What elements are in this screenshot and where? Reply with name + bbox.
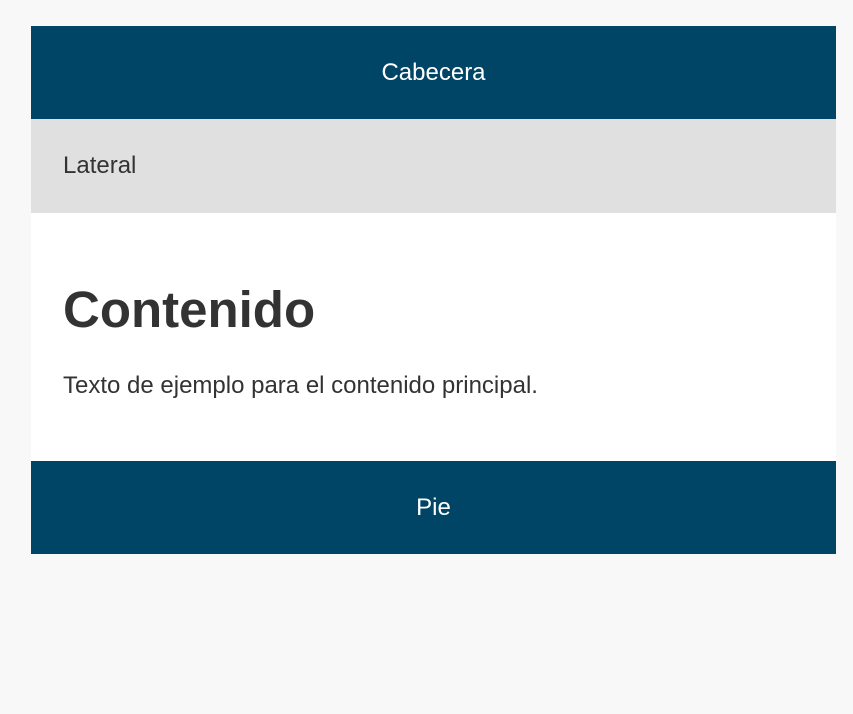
content-heading: Contenido: [63, 281, 316, 338]
sidebar: Lateral: [31, 119, 836, 213]
sidebar-label: Lateral: [63, 152, 137, 179]
page-footer: Pie: [31, 461, 836, 554]
page-container: Cabecera Lateral Contenido Texto de ejem…: [31, 26, 836, 554]
footer-label: Pie: [416, 493, 451, 521]
main-content: Contenido Texto de ejemplo para el conte…: [31, 213, 836, 461]
header-title: Cabecera: [381, 58, 486, 86]
page-header: Cabecera: [31, 26, 836, 119]
content-text: Texto de ejemplo para el contenido princ…: [63, 372, 538, 399]
